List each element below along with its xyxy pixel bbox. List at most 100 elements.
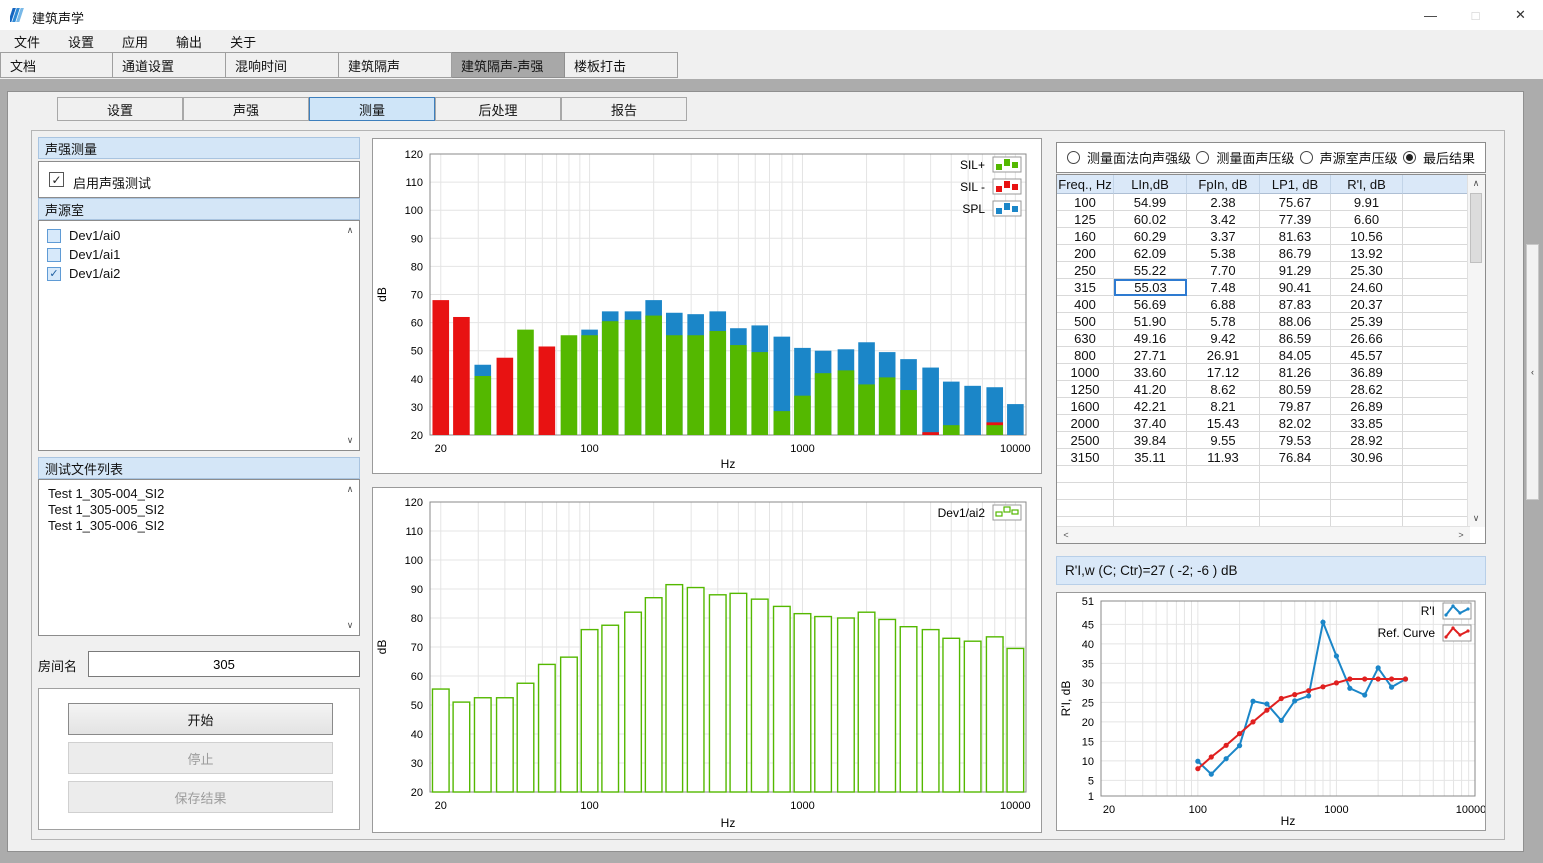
channel-list-item[interactable]: Dev1/ai1 <box>39 245 359 264</box>
table-cell[interactable]: 7.48 <box>1187 279 1260 296</box>
scroll-down-icon[interactable]: ∨ <box>343 621 357 630</box>
table-cell[interactable]: 36.89 <box>1331 364 1403 381</box>
table-cell[interactable]: 24.60 <box>1331 279 1403 296</box>
table-header-cell[interactable]: Freq., Hz <box>1057 175 1114 194</box>
table-cell[interactable]: 76.84 <box>1260 449 1331 466</box>
table-cell[interactable]: 30.96 <box>1331 449 1403 466</box>
table-cell[interactable] <box>1403 483 1470 500</box>
enable-intensity-checkbox[interactable]: ✓ <box>49 172 64 187</box>
table-cell[interactable] <box>1260 500 1331 517</box>
table-cell[interactable] <box>1260 483 1331 500</box>
stop-button[interactable]: 停止 <box>68 742 333 774</box>
table-cell[interactable]: 90.41 <box>1260 279 1331 296</box>
table-cell[interactable] <box>1403 211 1470 228</box>
table-cell[interactable]: 17.12 <box>1187 364 1260 381</box>
table-cell[interactable]: 87.83 <box>1260 296 1331 313</box>
table-cell[interactable]: 55.22 <box>1114 262 1187 279</box>
table-cell[interactable]: 54.99 <box>1114 194 1187 211</box>
sub-tab[interactable]: 报告 <box>561 97 687 121</box>
table-cell[interactable]: 13.92 <box>1331 245 1403 262</box>
table-cell[interactable] <box>1403 466 1470 483</box>
table-cell[interactable]: 400 <box>1057 296 1114 313</box>
save-results-button[interactable]: 保存结果 <box>68 781 333 813</box>
table-cell[interactable]: 37.40 <box>1114 415 1187 432</box>
table-cell[interactable]: 630 <box>1057 330 1114 347</box>
table-cell[interactable]: 5.78 <box>1187 313 1260 330</box>
table-cell[interactable] <box>1403 500 1470 517</box>
sub-tab[interactable]: 测量 <box>309 97 435 121</box>
table-cell[interactable] <box>1114 483 1187 500</box>
table-cell[interactable]: 60.02 <box>1114 211 1187 228</box>
table-cell[interactable]: 3.42 <box>1187 211 1260 228</box>
table-cell[interactable]: 200 <box>1057 245 1114 262</box>
main-tab[interactable]: 文档 <box>0 52 113 78</box>
scroll-left-icon[interactable]: < <box>1059 531 1073 540</box>
table-cell[interactable]: 8.21 <box>1187 398 1260 415</box>
table-cell[interactable]: 15.43 <box>1187 415 1260 432</box>
table-cell[interactable]: 1000 <box>1057 364 1114 381</box>
table-vertical-scrollbar[interactable]: ∧ ∨ <box>1467 175 1485 527</box>
table-cell[interactable] <box>1403 245 1470 262</box>
table-cell[interactable]: 33.85 <box>1331 415 1403 432</box>
table-header-cell[interactable] <box>1403 175 1470 194</box>
table-cell[interactable] <box>1114 500 1187 517</box>
table-cell[interactable]: 55.03 <box>1114 279 1187 296</box>
room-name-input[interactable] <box>88 651 360 677</box>
table-cell[interactable]: 80.59 <box>1260 381 1331 398</box>
result-view-radio[interactable]: 声源室声压级 <box>1300 148 1398 167</box>
table-cell[interactable]: 86.59 <box>1260 330 1331 347</box>
sub-tab[interactable]: 设置 <box>57 97 183 121</box>
table-cell[interactable]: 82.02 <box>1260 415 1331 432</box>
table-cell[interactable]: 81.26 <box>1260 364 1331 381</box>
radio-circle-icon[interactable] <box>1403 151 1416 164</box>
table-cell[interactable]: 3.37 <box>1187 228 1260 245</box>
table-cell[interactable]: 2000 <box>1057 415 1114 432</box>
table-cell[interactable] <box>1057 483 1114 500</box>
table-cell[interactable]: 81.63 <box>1260 228 1331 245</box>
menu-item[interactable]: 关于 <box>216 30 270 52</box>
table-cell[interactable] <box>1403 313 1470 330</box>
channel-checkbox[interactable]: ✓ <box>47 267 61 281</box>
table-cell[interactable]: 9.55 <box>1187 432 1260 449</box>
table-cell[interactable]: 10.56 <box>1331 228 1403 245</box>
table-cell[interactable]: 49.16 <box>1114 330 1187 347</box>
test-file-item[interactable]: Test 1_305-005_SI2 <box>39 501 359 517</box>
table-cell[interactable]: 2.38 <box>1187 194 1260 211</box>
scroll-up-icon[interactable]: ∧ <box>343 226 357 235</box>
table-header-cell[interactable]: LIn,dB <box>1114 175 1187 194</box>
table-cell[interactable]: 6.88 <box>1187 296 1260 313</box>
table-cell[interactable] <box>1403 398 1470 415</box>
table-cell[interactable]: 75.67 <box>1260 194 1331 211</box>
scroll-right-icon[interactable]: > <box>1454 531 1468 540</box>
sub-tab[interactable]: 声强 <box>183 97 309 121</box>
radio-circle-icon[interactable] <box>1196 151 1209 164</box>
test-file-item[interactable]: Test 1_305-004_SI2 <box>39 485 359 501</box>
table-cell[interactable]: 28.62 <box>1331 381 1403 398</box>
sub-tab[interactable]: 后处理 <box>435 97 561 121</box>
table-cell[interactable]: 62.09 <box>1114 245 1187 262</box>
scroll-down-icon[interactable]: ∨ <box>343 436 357 445</box>
table-cell[interactable]: 25.39 <box>1331 313 1403 330</box>
table-cell[interactable] <box>1403 347 1470 364</box>
table-cell[interactable]: 3150 <box>1057 449 1114 466</box>
table-cell[interactable]: 500 <box>1057 313 1114 330</box>
table-cell[interactable]: 33.60 <box>1114 364 1187 381</box>
main-tab[interactable]: 通道设置 <box>113 52 226 78</box>
table-cell[interactable]: 6.60 <box>1331 211 1403 228</box>
table-cell[interactable] <box>1403 432 1470 449</box>
scroll-down-icon[interactable]: ∨ <box>1469 514 1483 523</box>
table-cell[interactable]: 1250 <box>1057 381 1114 398</box>
table-cell[interactable]: 26.66 <box>1331 330 1403 347</box>
menu-item[interactable]: 应用 <box>108 30 162 52</box>
table-cell[interactable] <box>1114 466 1187 483</box>
table-cell[interactable]: 20.37 <box>1331 296 1403 313</box>
table-cell[interactable]: 9.91 <box>1331 194 1403 211</box>
table-cell[interactable]: 79.87 <box>1260 398 1331 415</box>
main-tab[interactable]: 楼板打击 <box>565 52 678 78</box>
table-cell[interactable] <box>1403 279 1470 296</box>
radio-circle-icon[interactable] <box>1300 151 1313 164</box>
table-cell[interactable]: 86.79 <box>1260 245 1331 262</box>
maximize-button[interactable]: □ <box>1453 0 1498 30</box>
table-cell[interactable]: 160 <box>1057 228 1114 245</box>
table-cell[interactable]: 1600 <box>1057 398 1114 415</box>
